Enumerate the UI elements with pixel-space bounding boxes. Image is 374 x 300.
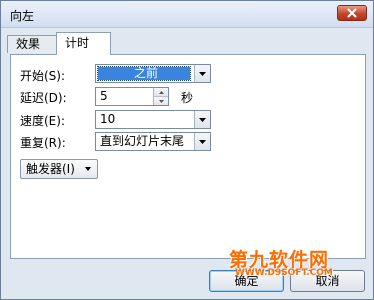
chevron-down-icon — [85, 167, 91, 171]
tab-timing-label: 计时 — [65, 36, 90, 50]
close-icon — [347, 8, 357, 18]
start-value: 之前 — [97, 66, 191, 81]
window-title: 向左 — [10, 9, 35, 23]
cancel-button[interactable]: 取消 — [290, 270, 365, 292]
tab-timing[interactable]: 计时 — [56, 32, 111, 55]
delay-label: 延迟(D): — [20, 91, 67, 105]
chevron-down-icon — [199, 139, 206, 144]
delay-spinner[interactable]: 5 — [95, 87, 169, 106]
repeat-value: 直到幻灯片末尾 — [100, 134, 185, 148]
delay-spin-buttons — [153, 88, 168, 105]
delay-increment-button[interactable] — [154, 88, 168, 96]
down-arrow-icon — [158, 99, 164, 103]
up-arrow-icon — [158, 90, 164, 94]
timing-panel: 开始(S): 之前 延迟(D): 5 秒 速度(E): 10 重复(R): 直到… — [10, 54, 366, 259]
speed-value: 10 — [100, 112, 116, 126]
trigger-label: 触发器(I) — [26, 162, 75, 176]
trigger-button[interactable]: 触发器(I) — [20, 159, 98, 179]
close-button[interactable] — [337, 5, 367, 21]
ok-button[interactable]: 确定 — [209, 270, 284, 292]
tab-effect-label: 效果 — [16, 37, 41, 51]
start-dropdown-button[interactable] — [194, 65, 210, 82]
start-select[interactable]: 之前 — [95, 64, 211, 83]
speed-dropdown-button[interactable] — [194, 111, 210, 128]
start-label: 开始(S): — [20, 69, 66, 83]
repeat-select[interactable]: 直到幻灯片末尾 — [95, 132, 211, 151]
repeat-dropdown-button[interactable] — [194, 133, 210, 150]
chevron-down-icon — [199, 71, 206, 76]
delay-decrement-button[interactable] — [154, 96, 168, 105]
timing-dialog: 向左 效果 计时 开始(S): 之前 延迟(D): 5 秒 速度(E): 10 … — [0, 0, 374, 300]
title-bar[interactable]: 向左 — [1, 1, 373, 28]
chevron-down-icon — [199, 117, 206, 122]
tab-effect[interactable]: 效果 — [7, 35, 57, 53]
repeat-label: 重复(R): — [20, 136, 66, 150]
delay-value: 5 — [100, 89, 108, 103]
speed-select[interactable]: 10 — [95, 110, 211, 129]
delay-unit: 秒 — [181, 91, 194, 105]
speed-label: 速度(E): — [20, 114, 65, 128]
